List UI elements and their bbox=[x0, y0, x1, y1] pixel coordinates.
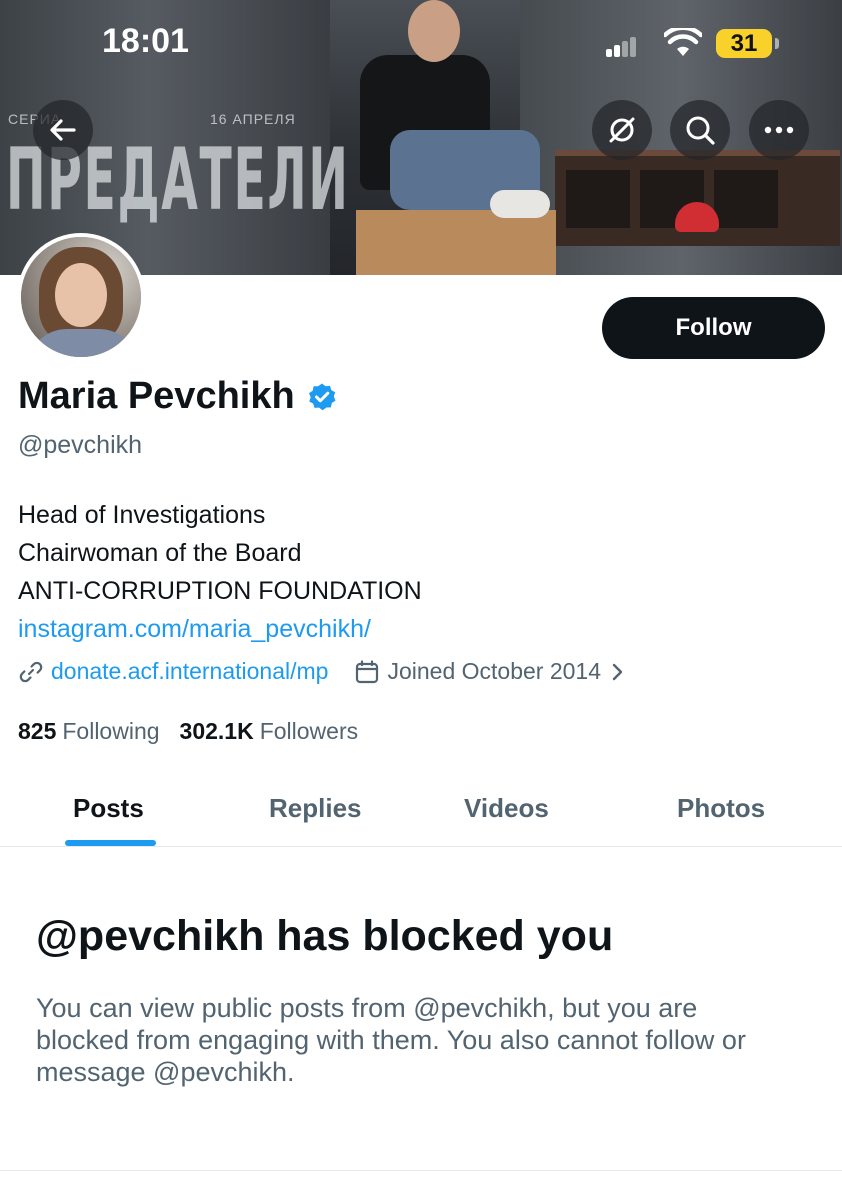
more-horizontal-icon bbox=[764, 126, 794, 134]
profile-name-row: Maria Pevchikh bbox=[18, 375, 337, 418]
followers-count: 302.1K bbox=[179, 718, 254, 744]
profile-meta-row: donate.acf.international/mp Joined Octob… bbox=[18, 658, 625, 685]
grok-button[interactable] bbox=[592, 100, 652, 160]
banner-shelf-slot bbox=[714, 170, 778, 228]
profile-avatar[interactable] bbox=[17, 233, 145, 361]
following-label: Following bbox=[62, 718, 160, 744]
status-time: 18:01 bbox=[102, 22, 189, 60]
banner-date-label: 16 АПРЕЛЯ bbox=[210, 111, 296, 127]
tab-videos[interactable]: Videos bbox=[464, 770, 549, 846]
blocked-message-line: blocked from engaging with them. You als… bbox=[36, 1025, 746, 1055]
joined-date: Joined October 2014 bbox=[387, 658, 602, 684]
arrow-left-icon bbox=[50, 119, 76, 141]
search-icon bbox=[686, 116, 715, 145]
tab-replies[interactable]: Replies bbox=[269, 770, 362, 846]
blocked-message: You can view public posts from @pevchikh… bbox=[36, 992, 816, 1088]
blocked-message-line: message @pevchikh. bbox=[36, 1057, 295, 1087]
cellular-signal-icon bbox=[606, 37, 636, 57]
wifi-icon bbox=[664, 28, 702, 56]
following-stat[interactable]: 825 Following bbox=[18, 718, 160, 745]
follow-stats: 825 Following 302.1K Followers bbox=[18, 718, 378, 745]
profile-bio: Head of Investigations Chairwoman of the… bbox=[18, 496, 422, 648]
more-button[interactable] bbox=[749, 100, 809, 160]
bio-line: Head of Investigations bbox=[18, 501, 266, 529]
website-link[interactable]: donate.acf.international/mp bbox=[51, 658, 328, 685]
profile-tabs: Posts Replies Videos Photos bbox=[0, 770, 842, 847]
banner-shelf-slot bbox=[566, 170, 630, 228]
link-icon bbox=[19, 661, 43, 682]
blocked-title: @pevchikh has blocked you bbox=[36, 912, 614, 960]
bio-line: Chairwoman of the Board bbox=[18, 539, 302, 567]
calendar-icon bbox=[356, 659, 379, 683]
battery-indicator: 31 bbox=[716, 29, 779, 58]
profile-name: Maria Pevchikh bbox=[18, 375, 295, 417]
verified-badge-icon[interactable] bbox=[307, 382, 337, 412]
slashed-circle-icon bbox=[609, 117, 635, 143]
followers-stat[interactable]: 302.1K Followers bbox=[180, 718, 359, 745]
followers-label: Followers bbox=[259, 718, 359, 744]
blocked-message-line: You can view public posts from @pevchikh… bbox=[36, 993, 698, 1023]
banner-person bbox=[360, 0, 550, 275]
follow-button[interactable]: Follow bbox=[602, 297, 825, 359]
active-tab-indicator bbox=[65, 840, 156, 846]
chevron-right-icon[interactable] bbox=[611, 662, 625, 682]
bio-instagram-link[interactable]: instagram.com/maria_pevchikh/ bbox=[18, 610, 422, 648]
following-count: 825 bbox=[18, 718, 57, 744]
tab-posts[interactable]: Posts bbox=[73, 770, 144, 846]
bio-line: ANTI-CORRUPTION FOUNDATION bbox=[18, 577, 422, 605]
divider bbox=[0, 1170, 842, 1171]
profile-handle: @pevchikh bbox=[18, 431, 143, 459]
tab-photos[interactable]: Photos bbox=[677, 770, 765, 846]
back-button[interactable] bbox=[33, 100, 93, 160]
search-button[interactable] bbox=[670, 100, 730, 160]
